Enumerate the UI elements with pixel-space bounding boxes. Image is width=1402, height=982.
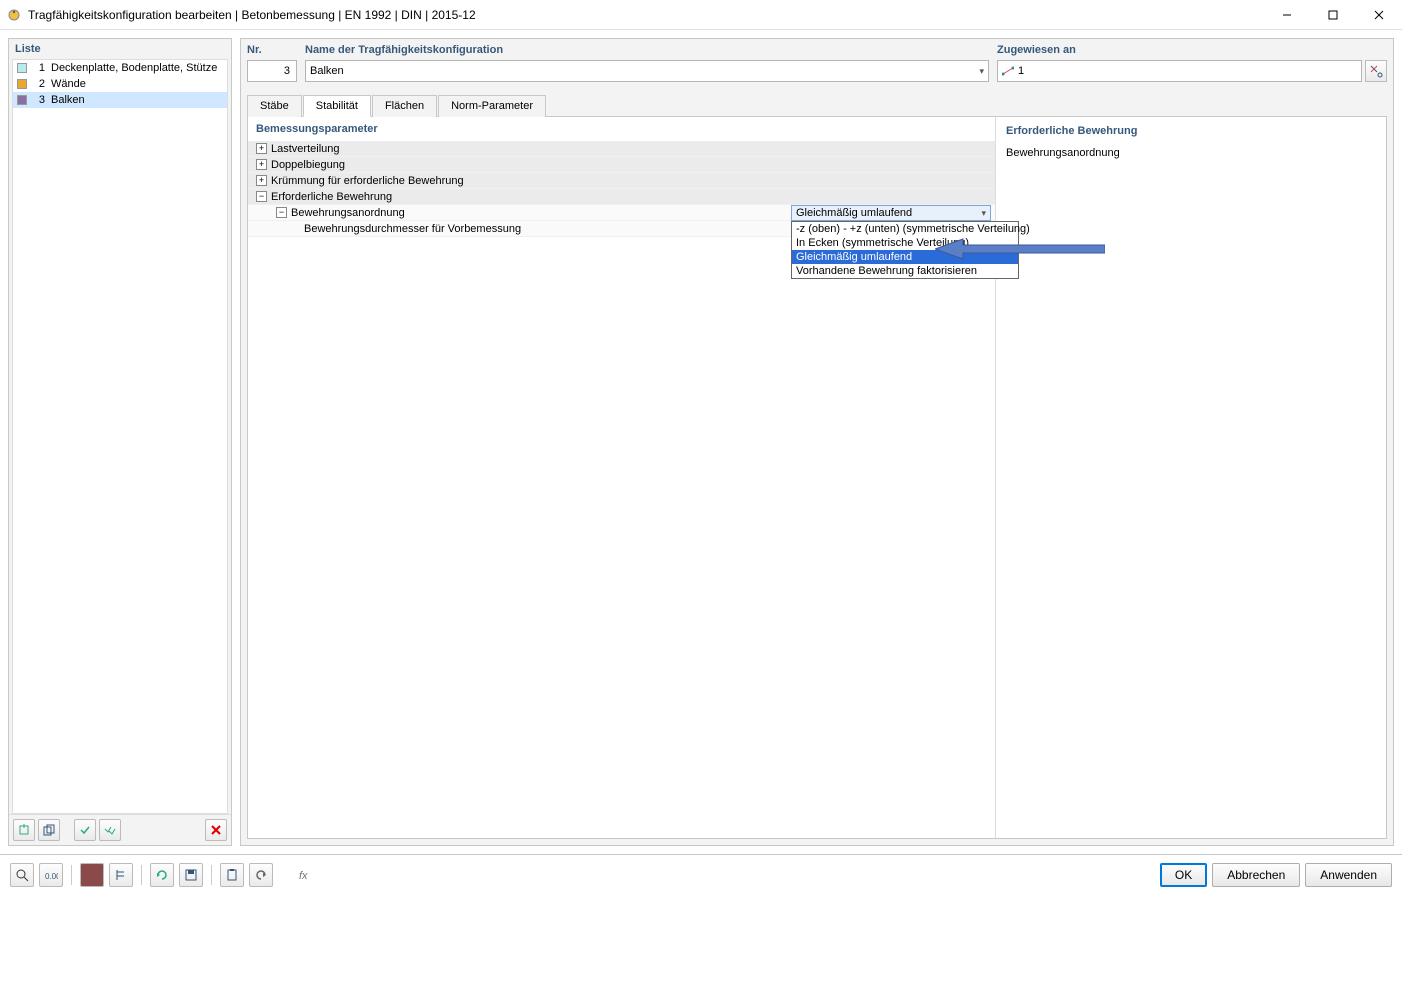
nr-input[interactable]: [247, 60, 297, 82]
params-tree: Bemessungsparameter + Lastverteilung + D…: [248, 117, 996, 838]
dropdown-option[interactable]: Vorhandene Bewehrung faktorisieren: [792, 264, 1018, 278]
info-title: Erforderliche Bewehrung: [1006, 125, 1376, 137]
color-swatch: [17, 95, 27, 105]
assigned-value: 1: [1018, 65, 1024, 77]
collapse-icon[interactable]: −: [276, 207, 287, 218]
name-label: Name der Tragfähigkeitskonfiguration: [305, 44, 989, 56]
close-button[interactable]: [1356, 0, 1402, 29]
check-all-button[interactable]: [99, 819, 121, 841]
info-panel: Erforderliche Bewehrung Bewehrungsanordn…: [996, 117, 1386, 838]
chevron-down-icon: ▾: [979, 66, 984, 77]
check-button[interactable]: [74, 819, 96, 841]
tree-icon-button[interactable]: [109, 863, 133, 887]
cancel-button[interactable]: Abbrechen: [1212, 863, 1300, 887]
copy-button[interactable]: [38, 819, 60, 841]
list-item-num: 3: [33, 94, 45, 106]
color-swatch: [17, 79, 27, 89]
tree-row[interactable]: + Lastverteilung: [248, 141, 995, 157]
window-title: Tragfähigkeitskonfiguration bearbeiten |…: [28, 8, 1264, 22]
expand-icon[interactable]: +: [256, 175, 267, 186]
tree-label: Bewehrungsdurchmesser für Vorbemessung: [304, 223, 521, 235]
apply-button[interactable]: Anwenden: [1305, 863, 1392, 887]
name-value: Balken: [310, 65, 344, 77]
app-icon: [6, 7, 22, 23]
tree-row[interactable]: − Erforderliche Bewehrung: [248, 189, 995, 205]
dropdown-option[interactable]: -z (oben) - +z (unten) (symmetrische Ver…: [792, 222, 1018, 236]
delete-button[interactable]: [205, 819, 227, 841]
assigned-input[interactable]: 1: [997, 60, 1362, 82]
color-swatch: [17, 63, 27, 73]
tree-row[interactable]: + Krümmung für erforderliche Bewehrung: [248, 173, 995, 189]
bottom-toolbar: 0.00 fx OK Abbrechen Anwenden: [0, 854, 1402, 894]
tab-staebe[interactable]: Stäbe: [247, 95, 302, 117]
list-item[interactable]: 3 Balken: [13, 92, 227, 108]
tree-row[interactable]: + Doppelbiegung: [248, 157, 995, 173]
chevron-down-icon: ▾: [981, 208, 986, 219]
dropdown-select[interactable]: Gleichmäßig umlaufend ▾: [791, 205, 991, 221]
tree-label: Krümmung für erforderliche Bewehrung: [271, 175, 464, 187]
titlebar: Tragfähigkeitskonfiguration bearbeiten |…: [0, 0, 1402, 30]
maximize-button[interactable]: [1310, 0, 1356, 29]
list-item-label: Balken: [51, 94, 85, 106]
annotation-arrow: [935, 237, 1105, 261]
search-icon-button[interactable]: [10, 863, 34, 887]
tree-row[interactable]: − Bewehrungsanordnung Gleichmäßig umlauf…: [248, 205, 995, 221]
svg-text:fx: fx: [299, 870, 308, 882]
tab-flaechen[interactable]: Flächen: [372, 95, 437, 117]
list-toolbar: [9, 814, 231, 845]
function-icon-button[interactable]: fx: [295, 863, 319, 887]
color-button[interactable]: [80, 863, 104, 887]
member-icon: [1002, 66, 1014, 76]
refresh-icon-button[interactable]: [150, 863, 174, 887]
pick-button[interactable]: [1365, 60, 1387, 82]
list-item-num: 1: [33, 62, 45, 74]
tab-stabilitaet[interactable]: Stabilität: [303, 95, 371, 117]
main-panel: Nr. Name der Tragfähigkeitskonfiguration…: [240, 38, 1394, 846]
svg-text:0.00: 0.00: [45, 872, 58, 881]
name-select[interactable]: Balken ▾: [305, 60, 989, 82]
tab-norm-parameter[interactable]: Norm-Parameter: [438, 95, 546, 117]
params-header: Bemessungsparameter: [248, 117, 995, 141]
units-button[interactable]: 0.00: [39, 863, 63, 887]
tree-label: Doppelbiegung: [271, 159, 345, 171]
tabs: Stäbe Stabilität Flächen Norm-Parameter: [241, 82, 1393, 116]
expand-icon[interactable]: +: [256, 159, 267, 170]
list-item-num: 2: [33, 78, 45, 90]
list-item-label: Deckenplatte, Bodenplatte, Stütze: [51, 62, 217, 74]
save-icon-button[interactable]: [179, 863, 203, 887]
info-text: Bewehrungsanordnung: [1006, 147, 1376, 159]
new-button[interactable]: [13, 819, 35, 841]
list-item[interactable]: 1 Deckenplatte, Bodenplatte, Stütze: [13, 60, 227, 76]
ok-button[interactable]: OK: [1160, 863, 1207, 887]
nr-label: Nr.: [247, 44, 297, 56]
assigned-label: Zugewiesen an: [997, 44, 1387, 56]
config-list: 1 Deckenplatte, Bodenplatte, Stütze 2 Wä…: [12, 59, 228, 814]
undo-icon-button[interactable]: [249, 863, 273, 887]
tree-label: Lastverteilung: [271, 143, 340, 155]
list-panel: Liste 1 Deckenplatte, Bodenplatte, Stütz…: [8, 38, 232, 846]
list-item-label: Wände: [51, 78, 86, 90]
list-item[interactable]: 2 Wände: [13, 76, 227, 92]
list-header: Liste: [9, 39, 231, 59]
dropdown-value: Gleichmäßig umlaufend: [796, 207, 912, 219]
collapse-icon[interactable]: −: [256, 191, 267, 202]
tree-label: Erforderliche Bewehrung: [271, 191, 392, 203]
tree-label: Bewehrungsanordnung: [291, 207, 405, 219]
minimize-button[interactable]: [1264, 0, 1310, 29]
expand-icon[interactable]: +: [256, 143, 267, 154]
clipboard-icon-button[interactable]: [220, 863, 244, 887]
